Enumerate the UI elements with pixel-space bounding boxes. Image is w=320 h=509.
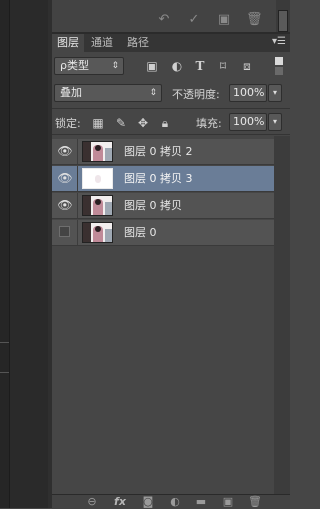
filter-toggle[interactable]: [275, 57, 283, 75]
trash-icon[interactable]: 🗑: [246, 13, 263, 27]
layer-row[interactable]: 图层 0: [52, 220, 274, 246]
eye-icon[interactable]: 👁︎: [56, 169, 74, 187]
trash-icon[interactable]: 🗑: [247, 495, 263, 509]
scroll-thumb[interactable]: [278, 10, 288, 32]
image-filter-icon[interactable]: ▣: [145, 59, 159, 73]
new-document-icon[interactable]: ▣: [216, 13, 232, 27]
lock-image-pixels-icon[interactable]: ✎: [114, 116, 128, 130]
new-layer-icon[interactable]: ▣: [220, 495, 236, 509]
layer-name[interactable]: 图层 0: [124, 220, 157, 245]
lock-transparent-pixels-icon[interactable]: ▦: [91, 116, 105, 130]
row-separator: [52, 108, 290, 109]
opacity-label: 不透明度:: [172, 88, 220, 101]
eye-icon[interactable]: 👁︎: [56, 196, 74, 214]
lock-position-icon[interactable]: ✥: [136, 116, 150, 130]
layer-thumbnail: [82, 222, 113, 243]
layer-name[interactable]: 图层 0 拷贝: [124, 193, 182, 218]
eye-icon[interactable]: 👁︎: [56, 142, 74, 160]
layer-thumbnail: [82, 141, 113, 162]
text-filter-icon[interactable]: T: [193, 59, 207, 73]
panel-menu-icon[interactable]: ▾☰: [272, 36, 286, 47]
adjustment-icon[interactable]: ◐: [167, 495, 183, 509]
fx-icon[interactable]: fx: [112, 495, 128, 509]
layers-bottom-toolbar: ⊖ fx ◙ ◐ ▬ ▣ 🗑: [52, 494, 290, 509]
fill-value: 100%: [233, 115, 265, 128]
fill-label: 填充:: [196, 117, 222, 130]
history-panel-toolbar: ↶ ✓ ▣ 🗑: [52, 0, 276, 33]
layers-panel-tabs: 图层 通道 路径 ▾☰: [52, 34, 290, 52]
layer-row[interactable]: 👁︎ 图层 0 拷贝 2: [52, 139, 274, 165]
smartobject-filter-icon[interactable]: ⧈: [240, 59, 254, 73]
blend-mode-dropdown[interactable]: 叠加 ⇕: [54, 84, 162, 102]
layer-name[interactable]: 图层 0 拷贝 3: [124, 166, 193, 191]
left-ruler: [0, 0, 10, 508]
left-workspace-strip: [0, 0, 48, 508]
adjustment-filter-icon[interactable]: ◐: [170, 59, 184, 73]
panel-gap: [48, 0, 52, 508]
fill-input[interactable]: 100%: [229, 113, 267, 131]
chevron-updown-icon: ⇕: [149, 88, 157, 98]
lock-all-icon[interactable]: 🔒︎: [158, 116, 172, 130]
lock-label: 锁定:: [55, 117, 81, 130]
opacity-slider-dropdown[interactable]: ▾: [268, 84, 282, 102]
undo-icon[interactable]: ↶: [156, 13, 172, 27]
shape-filter-icon[interactable]: ⌑: [216, 59, 230, 73]
chevron-updown-icon: ⇕: [111, 61, 119, 71]
ruler-mark: [0, 342, 9, 343]
layer-row-selected[interactable]: 👁︎ 图层 0 拷贝 3: [52, 166, 274, 192]
tab-layers[interactable]: 图层: [52, 34, 84, 52]
link-icon[interactable]: ⊖: [84, 495, 100, 509]
layer-filter-kind-dropdown[interactable]: ρ类型 ⇕: [54, 57, 124, 75]
row-separator: [52, 134, 290, 135]
ruler-mark: [0, 372, 9, 373]
layers-scrollbar[interactable]: [274, 136, 290, 494]
opacity-input[interactable]: 100%: [229, 84, 267, 102]
tab-paths[interactable]: 路径: [122, 34, 154, 52]
layer-thumbnail: [82, 168, 113, 189]
fill-slider-dropdown[interactable]: ▾: [268, 113, 282, 131]
visibility-toggle-off[interactable]: [59, 226, 70, 237]
layer-row[interactable]: 👁︎ 图层 0 拷贝: [52, 193, 274, 219]
tab-channels[interactable]: 通道: [86, 34, 118, 52]
opacity-value: 100%: [233, 86, 265, 99]
check-icon[interactable]: ✓: [186, 13, 202, 27]
layer-name[interactable]: 图层 0 拷贝 2: [124, 139, 193, 164]
layer-thumbnail: [82, 195, 113, 216]
mask-icon[interactable]: ◙: [140, 495, 156, 509]
blend-mode-value: 叠加: [60, 86, 82, 99]
filter-kind-label: ρ类型: [60, 59, 89, 72]
upper-scrollbar[interactable]: [276, 0, 290, 32]
folder-icon[interactable]: ▬: [193, 495, 209, 509]
